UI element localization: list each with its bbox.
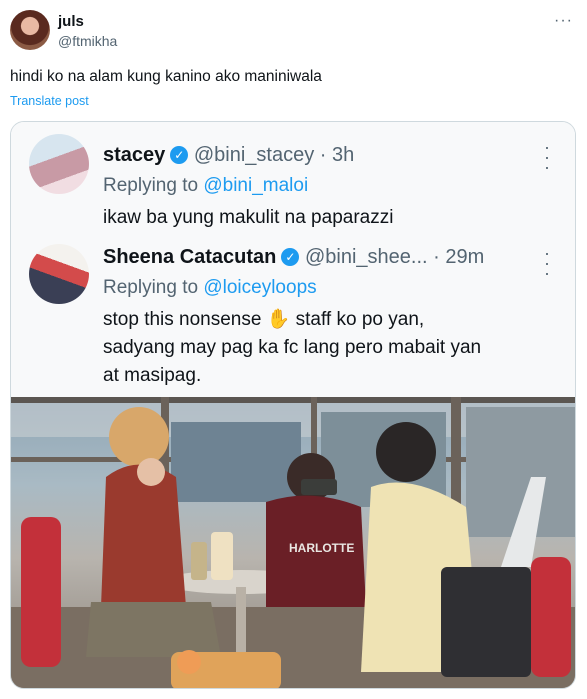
stacey-name: stacey [103, 144, 166, 166]
author-name[interactable]: juls [58, 13, 84, 30]
replying-mention: @bini_maloi [203, 175, 309, 196]
sheena-avatar [29, 244, 89, 304]
sheena-more-icon: · · · [544, 243, 550, 283]
sheena-name: Sheena Catacutan [103, 246, 277, 268]
stacey-handle-time: @bini_stacey · 3h [193, 144, 355, 166]
replying-mention: @loiceyloops [203, 277, 317, 298]
verified-icon: ✓ [281, 248, 300, 266]
shirt-text: HARLOTTE [289, 541, 354, 555]
verified-icon: ✓ [170, 146, 189, 164]
sheena-replying-to: Replying to @loiceyloops [103, 277, 317, 299]
tweet-media[interactable]: stacey ✓ @bini_stacey · 3h · · · Replying t… [10, 121, 576, 689]
sheena-handle-time: @bini_shee... · 29m [304, 246, 485, 268]
screenshot-image: stacey ✓ @bini_stacey · 3h · · · Replying t… [11, 122, 575, 397]
stacey-more-icon: · · · [544, 137, 550, 177]
more-icon[interactable]: ··· [554, 12, 573, 30]
stacey-avatar [29, 134, 89, 194]
stacey-replying-to: Replying to @bini_maloi [103, 175, 308, 197]
photo-illustration: HARLOTTE [11, 397, 575, 688]
replying-prefix: Replying to [103, 277, 199, 298]
translate-post-link[interactable]: Translate post [10, 94, 89, 108]
sheena-reply-text: stop this nonsense ✋ staff ko po yan, sa… [103, 306, 563, 390]
author-avatar[interactable] [10, 10, 50, 50]
author-handle[interactable]: @ftmikha [58, 33, 117, 49]
sheena-text-line: sadyang may pag ka fc lang pero mabait y… [103, 337, 482, 358]
replying-prefix: Replying to [103, 175, 199, 196]
cafe-photo: HARLOTTE [11, 397, 575, 688]
stacey-name-line: stacey ✓ @bini_stacey · 3h [103, 144, 354, 167]
stacey-reply-text: ikaw ba yung makulit na paparazzi [103, 207, 394, 228]
sheena-text-line: stop this nonsense ✋ staff ko po yan, [103, 309, 425, 330]
tweet-header: juls @ftmikha ··· [10, 10, 577, 52]
tweet-text: hindi ko na alam kung kanino ako maniniw… [10, 68, 322, 85]
sheena-name-line: Sheena Catacutan ✓ @bini_shee... · 29m [103, 246, 484, 269]
sheena-text-line: at masipag. [103, 365, 202, 386]
